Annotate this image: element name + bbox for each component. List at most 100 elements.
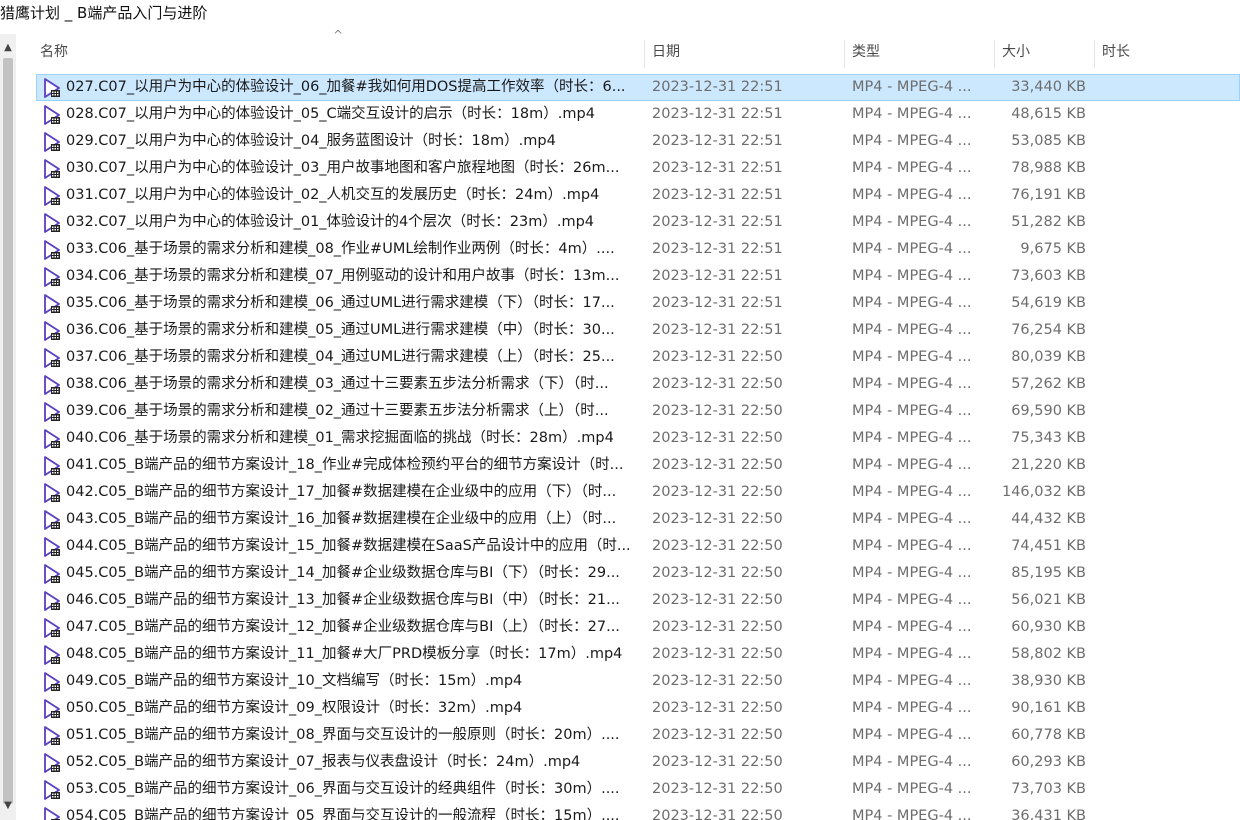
file-type: MP4 - MPEG-4 ... (852, 700, 972, 716)
video-file-icon (44, 753, 60, 773)
file-size: 74,451 KB (1011, 538, 1086, 554)
file-row[interactable]: 030.C07_以用户为中心的体验设计_03_用户故事地图和客户旅程地图（时长：… (36, 155, 1240, 182)
file-row[interactable]: 050.C05_B端产品的细节方案设计_09_权限设计（时长：32m）.mp4 2… (36, 695, 1240, 722)
file-type: MP4 - MPEG-4 ... (852, 241, 972, 257)
scroll-up-icon[interactable]: ▲ (0, 40, 16, 56)
file-row[interactable]: 045.C05_B端产品的细节方案设计_14_加餐#企业级数据仓库与BI（下）（… (36, 560, 1240, 587)
file-row[interactable]: 033.C06_基于场景的需求分析和建模_08_作业#UML绘制作业两例（时长：… (36, 236, 1240, 263)
file-date: 2023-12-31 22:51 (652, 241, 783, 257)
vertical-scrollbar[interactable]: ▲ ▼ (0, 34, 16, 820)
file-type: MP4 - MPEG-4 ... (852, 430, 972, 446)
video-file-icon (44, 429, 60, 449)
file-size: 73,703 KB (1011, 781, 1086, 797)
column-divider[interactable] (644, 40, 645, 68)
video-file-icon (44, 591, 60, 611)
file-size: 21,220 KB (1011, 457, 1086, 473)
file-name: 028.C07_以用户为中心的体验设计_05_C端交互设计的启示（时长：18m）… (66, 106, 595, 122)
column-header-size[interactable]: 大小 (1002, 36, 1030, 68)
file-size: 80,039 KB (1011, 349, 1086, 365)
file-row[interactable]: 054.C05_B端产品的细节方案设计_05_界面与交互设计的一般流程（时长：1… (36, 803, 1240, 820)
window-title-bar: 猎鹰计划 _ B端产品入门与进阶 (0, 0, 1240, 34)
column-divider[interactable] (994, 40, 995, 68)
file-row[interactable]: 029.C07_以用户为中心的体验设计_04_服务蓝图设计（时长：18m）.mp… (36, 128, 1240, 155)
file-size: 44,432 KB (1011, 511, 1086, 527)
file-row[interactable]: 035.C06_基于场景的需求分析和建模_06_通过UML进行需求建模（下）（时… (36, 290, 1240, 317)
file-row[interactable]: 031.C07_以用户为中心的体验设计_02_人机交互的发展历史（时长：24m）… (36, 182, 1240, 209)
file-type: MP4 - MPEG-4 ... (852, 754, 972, 770)
file-row[interactable]: 046.C05_B端产品的细节方案设计_13_加餐#企业级数据仓库与BI（中）（… (36, 587, 1240, 614)
column-header-duration[interactable]: 时长 (1102, 36, 1130, 68)
scroll-thumb[interactable] (3, 58, 13, 804)
file-type: MP4 - MPEG-4 ... (852, 160, 972, 176)
file-type: MP4 - MPEG-4 ... (852, 646, 972, 662)
file-name: 039.C06_基于场景的需求分析和建模_02_通过十三要素五步法分析需求（上）… (66, 403, 609, 419)
file-name: 034.C06_基于场景的需求分析和建模_07_用例驱动的设计和用户故事（时长：… (66, 268, 620, 284)
file-type: MP4 - MPEG-4 ... (852, 106, 972, 122)
file-row[interactable]: 028.C07_以用户为中心的体验设计_05_C端交互设计的启示（时长：18m）… (36, 101, 1240, 128)
video-file-icon (44, 699, 60, 719)
file-row[interactable]: 051.C05_B端产品的细节方案设计_08_界面与交互设计的一般原则（时长：2… (36, 722, 1240, 749)
video-file-icon (44, 375, 60, 395)
video-file-icon (44, 267, 60, 287)
file-date: 2023-12-31 22:51 (652, 133, 783, 149)
file-row[interactable]: 037.C06_基于场景的需求分析和建模_04_通过UML进行需求建模（上）（时… (36, 344, 1240, 371)
video-file-icon (44, 807, 60, 820)
file-row[interactable]: 032.C07_以用户为中心的体验设计_01_体验设计的4个层次（时长：23m）… (36, 209, 1240, 236)
file-row[interactable]: 053.C05_B端产品的细节方案设计_06_界面与交互设计的经典组件（时长：3… (36, 776, 1240, 803)
file-row[interactable]: 027.C07_以用户为中心的体验设计_06_加餐#我如何用DOS提高工作效率（… (36, 74, 1240, 101)
video-file-icon (44, 213, 60, 233)
file-name: 053.C05_B端产品的细节方案设计_06_界面与交互设计的经典组件（时长：3… (66, 781, 620, 797)
file-type: MP4 - MPEG-4 ... (852, 349, 972, 365)
file-size: 78,988 KB (1011, 160, 1086, 176)
file-type: MP4 - MPEG-4 ... (852, 781, 972, 797)
file-type: MP4 - MPEG-4 ... (852, 592, 972, 608)
file-row[interactable]: 036.C06_基于场景的需求分析和建模_05_通过UML进行需求建模（中）（时… (36, 317, 1240, 344)
file-date: 2023-12-31 22:50 (652, 646, 783, 662)
file-name: 033.C06_基于场景的需求分析和建模_08_作业#UML绘制作业两例（时长：… (66, 241, 615, 257)
file-name: 035.C06_基于场景的需求分析和建模_06_通过UML进行需求建模（下）（时… (66, 295, 615, 311)
file-name: 047.C05_B端产品的细节方案设计_12_加餐#企业级数据仓库与BI（上）（… (66, 619, 620, 635)
file-date: 2023-12-31 22:50 (652, 727, 783, 743)
file-date: 2023-12-31 22:51 (652, 79, 783, 95)
file-type: MP4 - MPEG-4 ... (852, 214, 972, 230)
video-file-icon (44, 348, 60, 368)
file-name: 046.C05_B端产品的细节方案设计_13_加餐#企业级数据仓库与BI（中）（… (66, 592, 620, 608)
file-date: 2023-12-31 22:50 (652, 565, 783, 581)
file-row[interactable]: 038.C06_基于场景的需求分析和建模_03_通过十三要素五步法分析需求（下）… (36, 371, 1240, 398)
file-row[interactable]: 043.C05_B端产品的细节方案设计_16_加餐#数据建模在企业级中的应用（上… (36, 506, 1240, 533)
file-row[interactable]: 048.C05_B端产品的细节方案设计_11_加餐#大厂PRD模板分享（时长：1… (36, 641, 1240, 668)
file-type: MP4 - MPEG-4 ... (852, 511, 972, 527)
column-divider[interactable] (1094, 40, 1095, 68)
file-row[interactable]: 041.C05_B端产品的细节方案设计_18_作业#完成体检预约平台的细节方案设… (36, 452, 1240, 479)
file-name: 030.C07_以用户为中心的体验设计_03_用户故事地图和客户旅程地图（时长：… (66, 160, 620, 176)
file-row[interactable]: 049.C05_B端产品的细节方案设计_10_文档编写（时长：15m）.mp4 2… (36, 668, 1240, 695)
file-type: MP4 - MPEG-4 ... (852, 727, 972, 743)
file-row[interactable]: 040.C06_基于场景的需求分析和建模_01_需求挖掘面临的挑战（时长：28m… (36, 425, 1240, 452)
file-row[interactable]: 039.C06_基于场景的需求分析和建模_02_通过十三要素五步法分析需求（上）… (36, 398, 1240, 425)
file-row[interactable]: 047.C05_B端产品的细节方案设计_12_加餐#企业级数据仓库与BI（上）（… (36, 614, 1240, 641)
file-name: 041.C05_B端产品的细节方案设计_18_作业#完成体检预约平台的细节方案设… (66, 457, 624, 473)
file-row[interactable]: 042.C05_B端产品的细节方案设计_17_加餐#数据建模在企业级中的应用（下… (36, 479, 1240, 506)
column-header-type[interactable]: 类型 (852, 36, 880, 68)
file-size: 48,615 KB (1011, 106, 1086, 122)
file-date: 2023-12-31 22:50 (652, 349, 783, 365)
file-name: 036.C06_基于场景的需求分析和建模_05_通过UML进行需求建模（中）（时… (66, 322, 615, 338)
column-divider[interactable] (844, 40, 845, 68)
file-size: 33,440 KB (1011, 79, 1086, 95)
file-size: 58,802 KB (1011, 646, 1086, 662)
file-row[interactable]: 044.C05_B端产品的细节方案设计_15_加餐#数据建模在SaaS产品设计中… (36, 533, 1240, 560)
column-header-name[interactable]: 名称 (40, 36, 68, 68)
file-row[interactable]: 034.C06_基于场景的需求分析和建模_07_用例驱动的设计和用户故事（时长：… (36, 263, 1240, 290)
file-type: MP4 - MPEG-4 ... (852, 295, 972, 311)
column-header-date[interactable]: 日期 (652, 36, 680, 68)
file-row[interactable]: 052.C05_B端产品的细节方案设计_07_报表与仪表盘设计（时长：24m）.… (36, 749, 1240, 776)
file-date: 2023-12-31 22:51 (652, 322, 783, 338)
file-type: MP4 - MPEG-4 ... (852, 538, 972, 554)
file-type: MP4 - MPEG-4 ... (852, 457, 972, 473)
file-type: MP4 - MPEG-4 ... (852, 808, 972, 820)
file-date: 2023-12-31 22:51 (652, 295, 783, 311)
file-type: MP4 - MPEG-4 ... (852, 673, 972, 689)
file-size: 60,778 KB (1011, 727, 1086, 743)
scroll-down-icon[interactable]: ▼ (0, 798, 16, 814)
file-date: 2023-12-31 22:50 (652, 592, 783, 608)
